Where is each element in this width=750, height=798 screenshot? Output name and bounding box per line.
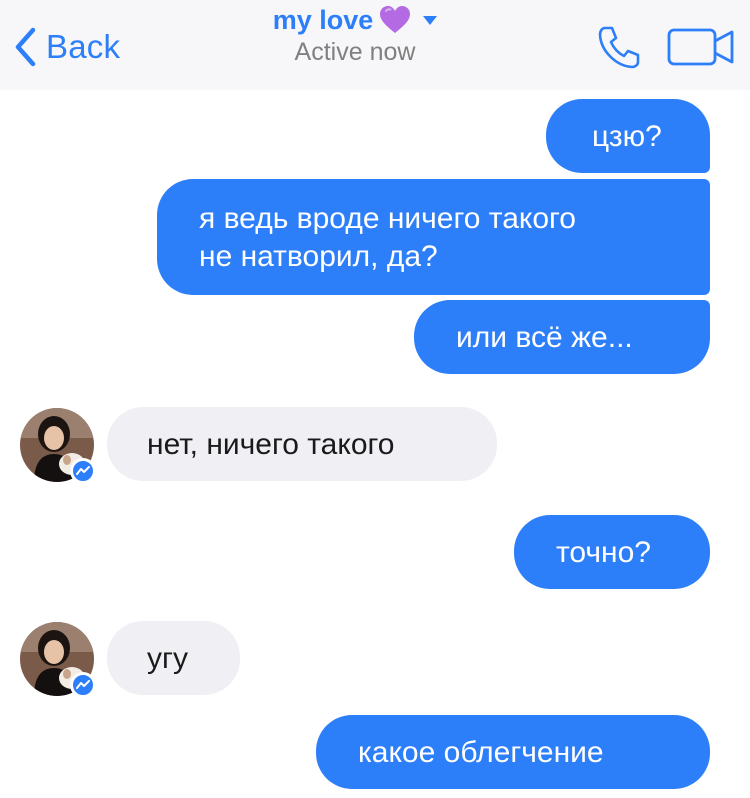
back-label: Back bbox=[46, 28, 121, 65]
messenger-bolt-icon bbox=[76, 466, 90, 475]
chevron-left-icon bbox=[15, 27, 36, 67]
messenger-badge bbox=[70, 458, 96, 484]
messenger-badge bbox=[70, 672, 96, 698]
back-button[interactable]: Back bbox=[14, 26, 120, 68]
contact-avatar[interactable] bbox=[20, 408, 96, 484]
incoming-message[interactable]: угу bbox=[107, 621, 240, 695]
outgoing-message[interactable]: цзю? bbox=[546, 99, 710, 173]
video-camera-icon[interactable] bbox=[666, 27, 736, 67]
chevron-down-icon bbox=[423, 15, 438, 25]
message-text: точно? bbox=[556, 536, 651, 569]
purple-heart-icon bbox=[380, 6, 411, 33]
message-text: цзю? bbox=[592, 120, 662, 153]
message-text: угу bbox=[147, 642, 188, 675]
message-text: нет, ничего такого bbox=[147, 428, 395, 461]
outgoing-message[interactable]: точно? bbox=[514, 515, 710, 589]
message-text: какое облегчение bbox=[358, 736, 604, 769]
phone-icon[interactable] bbox=[596, 24, 642, 70]
contact-avatar[interactable] bbox=[20, 622, 96, 698]
message-text-line: не натворил, да? bbox=[199, 240, 438, 273]
outgoing-message[interactable]: какое облегчение bbox=[316, 715, 710, 789]
outgoing-message[interactable]: я ведь вроде ничего такого не натворил, … bbox=[157, 179, 710, 295]
active-status: Active now bbox=[294, 38, 416, 66]
incoming-message[interactable]: нет, ничего такого bbox=[107, 407, 497, 481]
message-text: или всё же... bbox=[456, 321, 633, 354]
contact-title[interactable]: my love Active now bbox=[200, 2, 510, 67]
messenger-bolt-icon bbox=[76, 680, 90, 689]
message-text-line: я ведь вроде ничего такого bbox=[199, 202, 576, 235]
contact-name: my love bbox=[272, 4, 374, 35]
outgoing-message[interactable]: или всё же... bbox=[414, 300, 710, 374]
chat-header: Back my love Active now bbox=[0, 0, 750, 90]
